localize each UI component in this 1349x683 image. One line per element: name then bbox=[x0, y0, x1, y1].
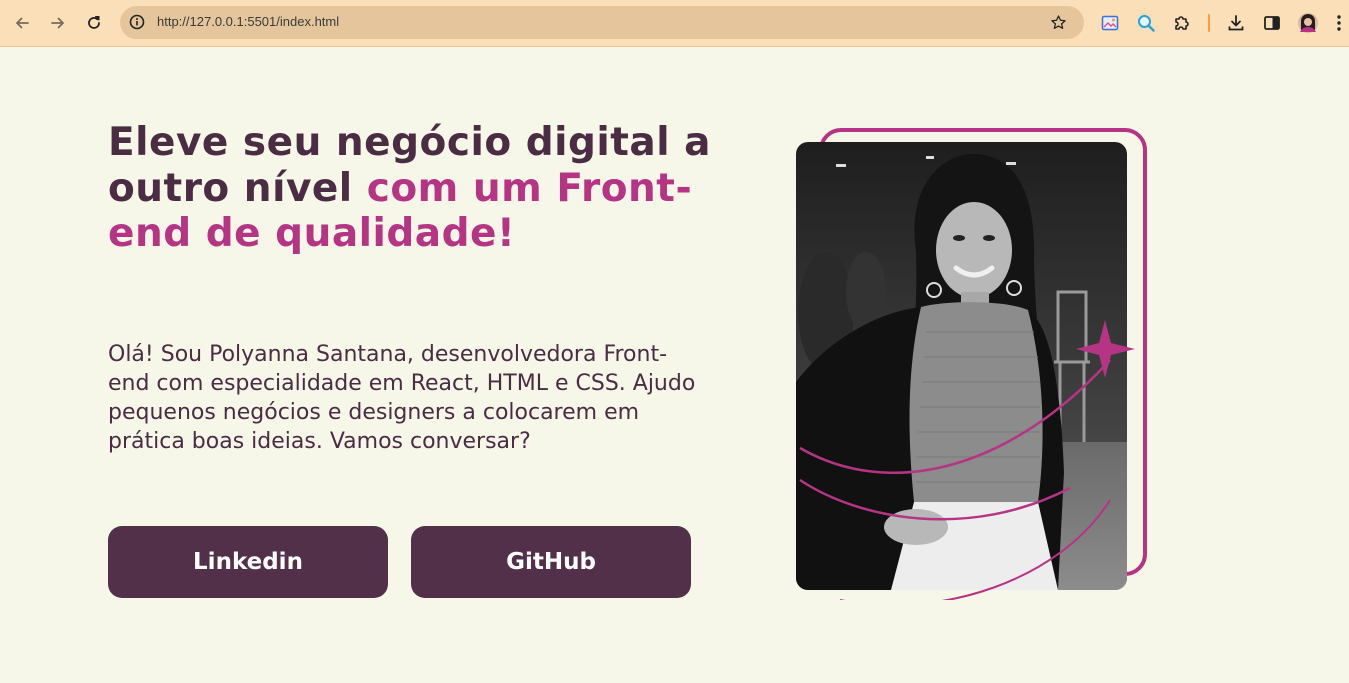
profile-photo bbox=[796, 142, 1127, 590]
extension-image-icon[interactable] bbox=[1098, 11, 1122, 35]
back-icon[interactable] bbox=[10, 11, 34, 35]
linkedin-button[interactable]: Linkedin bbox=[108, 526, 388, 598]
forward-icon[interactable] bbox=[46, 11, 70, 35]
star-icon[interactable] bbox=[1050, 14, 1067, 35]
menu-dots-icon[interactable] bbox=[1332, 11, 1346, 35]
url-text[interactable]: http://127.0.0.1:5501/index.html bbox=[157, 14, 339, 29]
github-button[interactable]: GitHub bbox=[411, 526, 691, 598]
site-info-icon[interactable] bbox=[129, 14, 145, 34]
browser-toolbar: http://127.0.0.1:5501/index.html bbox=[0, 0, 1349, 47]
toolbar-separator bbox=[1208, 14, 1210, 32]
extensions-puzzle-icon[interactable] bbox=[1170, 11, 1194, 35]
download-icon[interactable] bbox=[1224, 11, 1248, 35]
address-bar[interactable]: http://127.0.0.1:5501/index.html bbox=[120, 6, 1084, 39]
side-panel-icon[interactable] bbox=[1260, 11, 1284, 35]
profile-avatar[interactable] bbox=[1296, 11, 1320, 35]
extension-search-icon[interactable] bbox=[1134, 11, 1158, 35]
reload-icon[interactable] bbox=[82, 11, 106, 35]
hero-intro-text: Olá! Sou Polyanna Santana, desenvolvedor… bbox=[108, 342, 696, 454]
hero-headline: Eleve seu negócio digital a outro nível … bbox=[108, 120, 728, 257]
